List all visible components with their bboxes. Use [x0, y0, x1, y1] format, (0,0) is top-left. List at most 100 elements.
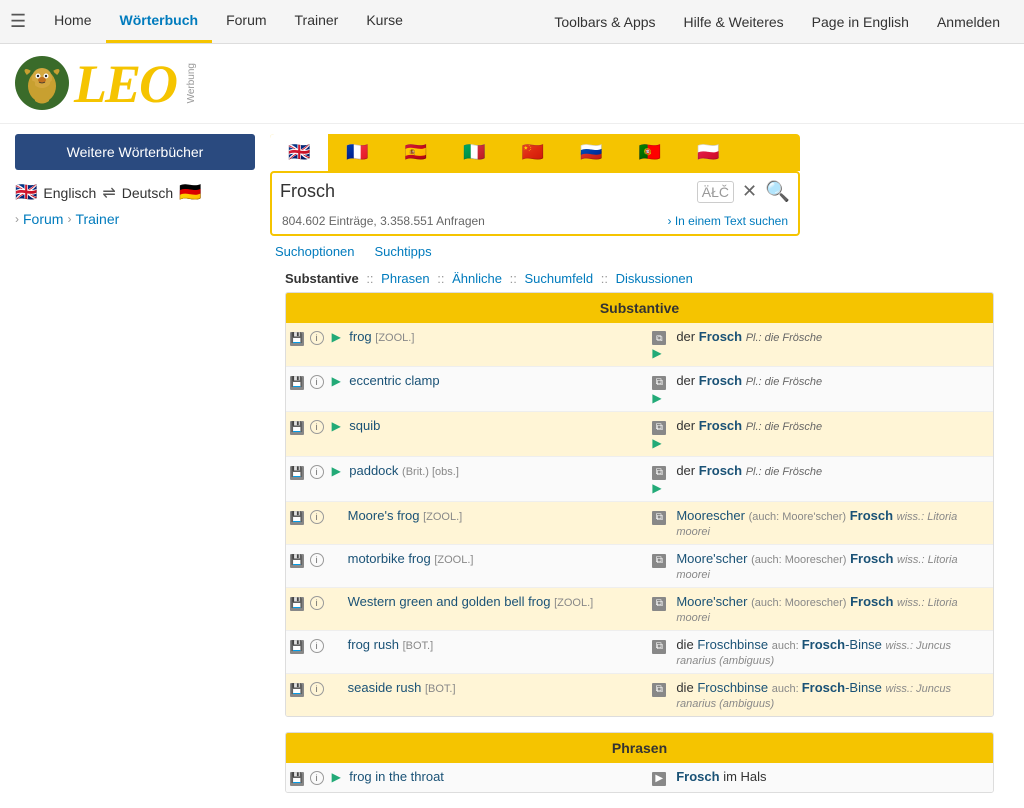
save-icon[interactable]: 💾: [290, 554, 304, 568]
save-icon[interactable]: 💾: [290, 772, 304, 786]
de-word-link[interactable]: Frosch: [699, 463, 742, 478]
play-en-icon[interactable]: ▶: [332, 374, 346, 388]
de-word-link[interactable]: Frosch: [699, 373, 742, 388]
save-icon[interactable]: 💾: [290, 332, 304, 346]
en-word-link[interactable]: squib: [349, 418, 380, 433]
de-word-link[interactable]: Froschbinse: [697, 680, 768, 695]
info-icon[interactable]: i: [310, 420, 324, 434]
de-frosch-link[interactable]: Frosch: [850, 508, 893, 523]
de-frosch-link[interactable]: Frosch: [850, 594, 893, 609]
en-word-link[interactable]: frog: [349, 329, 371, 344]
search-submit-icon[interactable]: 🔍: [765, 179, 790, 204]
en-word-link[interactable]: Moore's frog: [332, 508, 420, 523]
save-icon[interactable]: 💾: [290, 421, 304, 435]
sidebar-forum-link[interactable]: Forum: [23, 211, 63, 227]
de-word-link[interactable]: Froschbinse: [697, 637, 768, 652]
nav-trainer[interactable]: Trainer: [281, 0, 353, 43]
nav-woerterbuch[interactable]: Wörterbuch: [106, 0, 213, 43]
suchoptionen-link[interactable]: Suchoptionen: [275, 244, 355, 259]
play-de-icon[interactable]: ▶: [652, 481, 666, 495]
nav-home[interactable]: Home: [40, 0, 105, 43]
flag-tab-pl[interactable]: 🇵🇱: [679, 134, 737, 171]
play-de-icon[interactable]: ▶: [652, 391, 666, 405]
search-input[interactable]: [280, 181, 697, 202]
nav-kurse[interactable]: Kurse: [352, 0, 417, 43]
copy-icon[interactable]: ⧉: [652, 511, 666, 525]
de-frosch-link[interactable]: Frosch: [850, 551, 893, 566]
de-compound-link2[interactable]: -Binse: [845, 637, 882, 652]
clear-search-icon[interactable]: ✕: [742, 181, 757, 202]
lang-switch-icon[interactable]: ⇌: [102, 183, 115, 203]
flag-tab-fr[interactable]: 🇫🇷: [328, 134, 386, 171]
flag-tab-ru[interactable]: 🇷🇺: [562, 134, 620, 171]
en-word-link[interactable]: Western green and golden bell frog: [332, 594, 551, 609]
save-icon[interactable]: 💾: [290, 466, 304, 480]
info-icon[interactable]: i: [310, 682, 324, 696]
info-icon[interactable]: i: [310, 375, 324, 389]
info-icon[interactable]: i: [310, 465, 324, 479]
en-word-link[interactable]: paddock: [349, 463, 398, 478]
flag-tab-es[interactable]: 🇪🇸: [387, 134, 445, 171]
play-de-icon[interactable]: ▶: [652, 346, 666, 360]
copy-icon[interactable]: ⧉: [652, 466, 666, 480]
leo-logo-text[interactable]: LEO: [74, 57, 176, 111]
save-icon[interactable]: 💾: [290, 683, 304, 697]
de-compound-link[interactable]: Frosch: [802, 637, 845, 652]
de-word-link[interactable]: Moore'scher: [676, 594, 747, 609]
save-icon[interactable]: 💾: [290, 640, 304, 654]
play-en-icon[interactable]: ▶: [332, 464, 346, 478]
tab-suchumfeld[interactable]: Suchumfeld: [524, 271, 593, 286]
nav-forum[interactable]: Forum: [212, 0, 280, 43]
copy-icon[interactable]: ⧉: [652, 376, 666, 390]
flag-tab-pt[interactable]: 🇵🇹: [621, 134, 679, 171]
in-einem-text-suchen-link[interactable]: In einem Text suchen: [667, 214, 788, 228]
en-word-link[interactable]: motorbike frog: [332, 551, 431, 566]
suchtipps-link[interactable]: Suchtipps: [375, 244, 432, 259]
save-icon[interactable]: 💾: [290, 597, 304, 611]
copy-icon[interactable]: ⧉: [652, 597, 666, 611]
flag-tab-cn[interactable]: 🇨🇳: [504, 134, 562, 171]
special-chars-button[interactable]: ÄŁČ: [697, 181, 734, 203]
de-word-link[interactable]: Frosch: [699, 418, 742, 433]
flag-tab-it[interactable]: 🇮🇹: [445, 134, 503, 171]
copy-icon[interactable]: ⧉: [652, 421, 666, 435]
save-icon[interactable]: 💾: [290, 376, 304, 390]
info-icon[interactable]: i: [310, 510, 324, 524]
en-phrase-link[interactable]: frog in the throat: [349, 769, 444, 784]
copy-icon[interactable]: ▶: [652, 772, 666, 786]
play-de-icon[interactable]: ▶: [652, 436, 666, 450]
de-word-link[interactable]: Frosch: [699, 329, 742, 344]
flag-tab-en[interactable]: 🇬🇧: [270, 134, 328, 171]
de-word-link[interactable]: Moore'scher: [676, 551, 747, 566]
de-word-link[interactable]: Moorescher: [676, 508, 745, 523]
sidebar-trainer-link[interactable]: Trainer: [75, 211, 119, 227]
en-word-link[interactable]: frog rush: [332, 637, 399, 652]
copy-icon[interactable]: ⧉: [652, 331, 666, 345]
copy-icon[interactable]: ⧉: [652, 554, 666, 568]
nav-toolbars[interactable]: Toolbars & Apps: [540, 2, 669, 42]
play-en-icon[interactable]: ▶: [332, 419, 346, 433]
de-compound-link2[interactable]: -Binse: [845, 680, 882, 695]
info-icon[interactable]: i: [310, 639, 324, 653]
tab-diskussionen[interactable]: Diskussionen: [616, 271, 693, 286]
save-icon[interactable]: 💾: [290, 511, 304, 525]
de-phrase-link[interactable]: Frosch: [676, 769, 719, 784]
tab-phrasen[interactable]: Phrasen: [381, 271, 429, 286]
copy-icon[interactable]: ⧉: [652, 640, 666, 654]
info-icon[interactable]: i: [310, 596, 324, 610]
tab-aehnliche[interactable]: Ähnliche: [452, 271, 502, 286]
nav-english[interactable]: Page in English: [798, 2, 923, 42]
en-word-link[interactable]: seaside rush: [332, 680, 422, 695]
weitere-woerterbucher-button[interactable]: Weitere Wörterbücher: [15, 134, 255, 170]
de-compound-link[interactable]: Frosch: [802, 680, 845, 695]
info-icon[interactable]: i: [310, 331, 324, 345]
play-en-icon[interactable]: ▶: [332, 330, 346, 344]
hamburger-icon[interactable]: ☰: [10, 11, 26, 32]
play-en-icon[interactable]: ▶: [332, 770, 346, 784]
copy-icon[interactable]: ⧉: [652, 683, 666, 697]
info-icon[interactable]: i: [310, 771, 324, 785]
en-word-link[interactable]: eccentric clamp: [349, 373, 439, 388]
info-icon[interactable]: i: [310, 553, 324, 567]
nav-hilfe[interactable]: Hilfe & Weiteres: [670, 2, 798, 42]
nav-anmelden[interactable]: Anmelden: [923, 2, 1014, 42]
